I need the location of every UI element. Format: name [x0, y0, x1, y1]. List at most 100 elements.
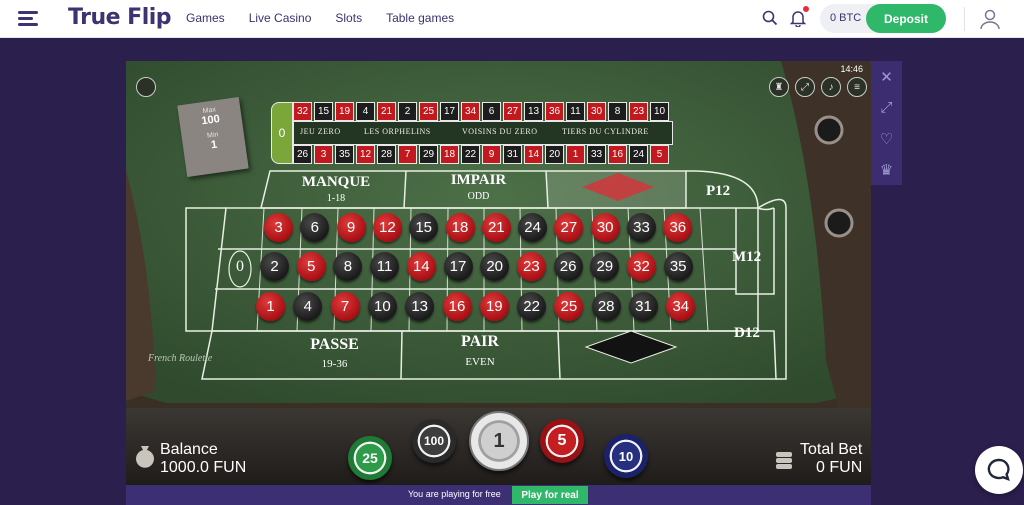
racetrack-number[interactable]: 18 — [440, 145, 459, 164]
number-cell[interactable]: 9 — [336, 213, 366, 242]
deposit-button[interactable]: Deposit — [866, 4, 946, 33]
tiers-du-cylindre[interactable]: TIERS DU CYLINDRE — [562, 127, 649, 136]
bell-icon[interactable] — [790, 9, 806, 27]
number-cell[interactable]: 11 — [370, 252, 400, 281]
number-cell[interactable]: 5 — [296, 252, 326, 281]
home-icon[interactable] — [136, 77, 156, 97]
racetrack-number[interactable]: 23 — [629, 102, 648, 121]
number-cell[interactable]: 31 — [629, 292, 658, 321]
number-cell[interactable]: 7 — [330, 292, 360, 321]
jeu-zero[interactable]: JEU ZERO — [300, 127, 341, 136]
racetrack-number[interactable]: 28 — [377, 145, 396, 164]
number-cell[interactable]: 18 — [445, 213, 475, 242]
number-cell[interactable]: 35 — [663, 252, 693, 281]
dozen-p12[interactable]: P12 — [706, 183, 730, 200]
number-cell[interactable]: 16 — [442, 292, 472, 321]
racetrack-number[interactable]: 16 — [608, 145, 627, 164]
number-cell[interactable]: 21 — [481, 213, 511, 242]
dozen-m12[interactable]: M12 — [732, 249, 761, 266]
chat-button[interactable] — [975, 446, 1023, 494]
number-cell[interactable]: 30 — [590, 213, 620, 242]
racetrack-number[interactable]: 29 — [419, 145, 438, 164]
close-icon[interactable]: ✕ — [871, 61, 902, 92]
racetrack-number[interactable]: 14 — [524, 145, 543, 164]
number-cell[interactable]: 26 — [553, 252, 583, 281]
racetrack-number[interactable]: 20 — [545, 145, 564, 164]
manque-label[interactable]: MANQUE — [276, 174, 396, 191]
expand-icon[interactable]: ⤢ — [871, 92, 902, 123]
chip-100[interactable]: 100 — [412, 419, 456, 463]
chip-25[interactable]: 25 — [348, 436, 392, 480]
racetrack-number[interactable]: 34 — [461, 102, 480, 121]
favorite-icon[interactable]: ♡ — [871, 123, 902, 154]
history-icon[interactable]: ♜ — [769, 77, 789, 97]
number-cell[interactable]: 10 — [367, 292, 397, 321]
nav-slots[interactable]: Slots — [335, 11, 362, 25]
racetrack-number[interactable]: 11 — [566, 102, 585, 121]
racetrack-number[interactable]: 33 — [587, 145, 606, 164]
chip-5[interactable]: 5 — [540, 419, 584, 463]
racetrack-number[interactable]: 3 — [314, 145, 333, 164]
number-cell[interactable]: 13 — [405, 292, 435, 321]
number-cell[interactable]: 2 — [260, 252, 289, 281]
number-cell[interactable]: 3 — [264, 213, 293, 242]
chip-1-selected[interactable]: 1 — [469, 411, 529, 471]
racetrack-number[interactable]: 1 — [566, 145, 585, 164]
impair-label[interactable]: IMPAIR — [416, 172, 541, 189]
racetrack-number[interactable]: 21 — [377, 102, 396, 121]
number-cell[interactable]: 20 — [480, 252, 510, 281]
crown-icon[interactable]: ♛ — [871, 154, 902, 185]
passe-label[interactable]: PASSE — [272, 336, 397, 354]
racetrack-number[interactable]: 15 — [314, 102, 333, 121]
racetrack-zero[interactable]: 0 — [271, 102, 293, 164]
racetrack-number[interactable]: 31 — [503, 145, 522, 164]
play-for-real-button[interactable]: Play for real — [512, 486, 588, 504]
racetrack-number[interactable]: 9 — [482, 145, 501, 164]
number-cell[interactable]: 23 — [516, 252, 546, 281]
racetrack-number[interactable]: 27 — [503, 102, 522, 121]
racetrack-number[interactable]: 8 — [608, 102, 627, 121]
nav-live-casino[interactable]: Live Casino — [249, 11, 312, 25]
racetrack-number[interactable]: 2 — [398, 102, 417, 121]
racetrack-number[interactable]: 13 — [524, 102, 543, 121]
number-cell[interactable]: 28 — [591, 292, 621, 321]
chip-10[interactable]: 10 — [604, 434, 648, 478]
racetrack-number[interactable]: 5 — [650, 145, 669, 164]
nav-games[interactable]: Games — [186, 11, 225, 25]
menu-icon[interactable]: ≡ — [847, 77, 867, 97]
number-cell[interactable]: 12 — [372, 213, 402, 242]
pair-label[interactable]: PAIR — [416, 333, 544, 351]
number-cell[interactable]: 22 — [517, 292, 547, 321]
logo[interactable]: True Flip — [68, 5, 172, 30]
number-cell[interactable]: 15 — [409, 213, 439, 242]
racetrack-number[interactable]: 36 — [545, 102, 564, 121]
voisins-du-zero[interactable]: VOISINS DU ZERO — [462, 127, 538, 136]
dozen-d12[interactable]: D12 — [734, 325, 760, 342]
number-cell[interactable]: 24 — [518, 213, 548, 242]
number-cell[interactable]: 1 — [256, 292, 285, 321]
racetrack-number[interactable]: 6 — [482, 102, 501, 121]
zero-cell[interactable]: 0 — [229, 258, 251, 276]
racetrack-number[interactable]: 17 — [440, 102, 459, 121]
nav-table-games[interactable]: Table games — [386, 11, 454, 25]
number-cell[interactable]: 17 — [443, 252, 473, 281]
racetrack-number[interactable]: 12 — [356, 145, 375, 164]
racetrack-number[interactable]: 22 — [461, 145, 480, 164]
racetrack-number[interactable]: 19 — [335, 102, 354, 121]
fullscreen-icon[interactable]: ⤢ — [795, 77, 815, 97]
racetrack-number[interactable]: 26 — [293, 145, 312, 164]
les-orphelins[interactable]: LES ORPHELINS — [364, 127, 431, 136]
sound-icon[interactable]: ♪ — [821, 77, 841, 97]
racetrack-number[interactable]: 32 — [293, 102, 312, 121]
menu-icon[interactable] — [18, 11, 38, 26]
number-cell[interactable]: 33 — [627, 213, 656, 242]
racetrack-number[interactable]: 24 — [629, 145, 648, 164]
search-icon[interactable] — [762, 10, 778, 26]
racetrack-number[interactable]: 35 — [335, 145, 354, 164]
number-cell[interactable]: 19 — [479, 292, 509, 321]
racetrack-number[interactable]: 7 — [398, 145, 417, 164]
racetrack-number[interactable]: 4 — [356, 102, 375, 121]
user-icon[interactable] — [978, 7, 1002, 31]
racetrack-number[interactable]: 30 — [587, 102, 606, 121]
racetrack-number[interactable]: 10 — [650, 102, 669, 121]
